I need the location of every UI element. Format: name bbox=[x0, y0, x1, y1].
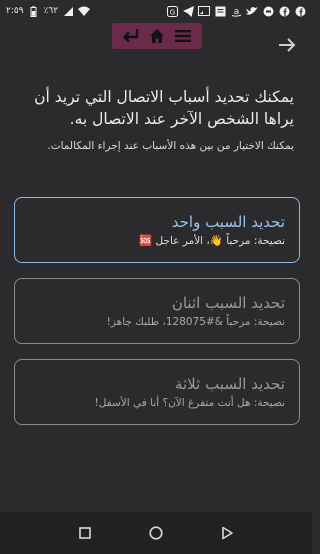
svg-text:G: G bbox=[169, 8, 174, 16]
status-left: ٢:٥٩ ٪٦٢ bbox=[6, 5, 91, 17]
facebook-icon bbox=[278, 5, 290, 17]
telegram-icon bbox=[182, 5, 194, 17]
forward-arrow-icon[interactable] bbox=[276, 34, 298, 56]
reason-card-title: تحديد السبب واحد bbox=[171, 213, 285, 231]
status-notifications: G a bbox=[166, 5, 306, 17]
reason-card-title: تحديد السبب اثنان bbox=[171, 294, 285, 312]
signal-icon bbox=[62, 5, 74, 17]
reason-card-two[interactable]: تحديد السبب اثنان نصيحة: مرحباً &#128075… bbox=[14, 278, 300, 344]
messages-icon bbox=[214, 5, 226, 17]
menu-icon[interactable] bbox=[172, 25, 194, 47]
reason-card-tip: نصيحة: مرحباً &#128075، طلبك جاهز! bbox=[106, 316, 285, 328]
amazon-icon: a bbox=[230, 5, 242, 17]
page-subheading: يمكنك الاختيار من بين هذه الأسباب عند إج… bbox=[47, 140, 294, 152]
back-triangle-icon[interactable] bbox=[215, 521, 239, 545]
game-icon bbox=[262, 5, 274, 17]
wifi-icon bbox=[78, 5, 91, 17]
twitter-icon bbox=[246, 5, 258, 17]
app-icon: G bbox=[166, 5, 178, 17]
page-heading: يمكنك تحديد أسباب الاتصال التي تريد أن ي… bbox=[34, 88, 294, 128]
reason-card-tip: نصيحة: مرحباً 👋، الأمر عاجل 🆘 bbox=[139, 235, 285, 247]
system-nav-bar bbox=[0, 512, 312, 554]
cast-icon bbox=[198, 5, 210, 17]
recents-square-icon[interactable] bbox=[73, 521, 97, 545]
reason-card-one[interactable]: تحديد السبب واحد نصيحة: مرحباً 👋، الأمر … bbox=[14, 197, 300, 263]
nav-pill bbox=[112, 23, 202, 49]
clock: ٢:٥٩ bbox=[6, 6, 24, 16]
reason-card-tip: نصيحة: هل أنت متفرغ الآن؟ أنا في الأسفل! bbox=[94, 397, 285, 409]
home-icon[interactable] bbox=[146, 25, 168, 47]
reason-card-three[interactable]: تحديد السبب ثلاثة نصيحة: هل أنت متفرغ ال… bbox=[14, 359, 300, 425]
back-return-icon[interactable] bbox=[120, 25, 142, 47]
home-circle-icon[interactable] bbox=[144, 521, 168, 545]
battery-icon bbox=[28, 5, 40, 17]
reason-card-title: تحديد السبب ثلاثة bbox=[174, 375, 285, 393]
battery-percent: ٪٦٢ bbox=[43, 6, 59, 16]
facebook-icon bbox=[294, 5, 306, 17]
status-bar: ٢:٥٩ ٪٦٢ G a bbox=[0, 0, 312, 22]
main-content: يمكنك تحديد أسباب الاتصال التي تريد أن ي… bbox=[12, 86, 300, 166]
